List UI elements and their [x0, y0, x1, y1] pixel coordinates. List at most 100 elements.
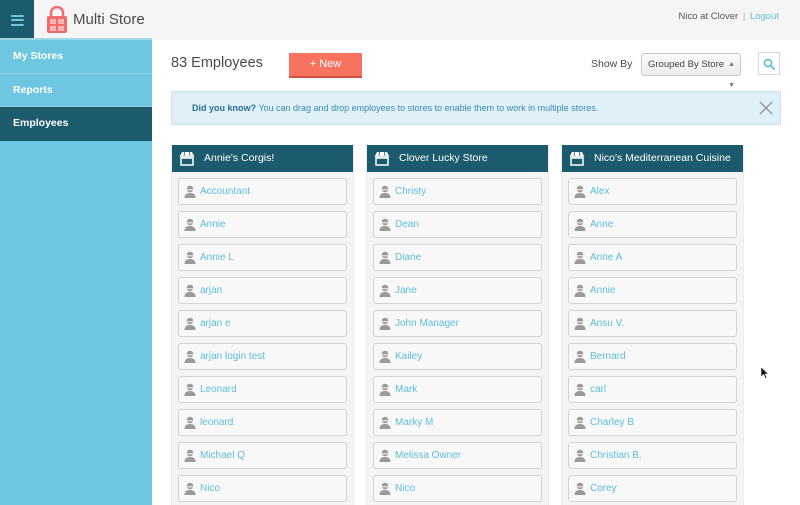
person-icon — [184, 284, 196, 297]
employee-card[interactable]: Annie — [178, 211, 347, 238]
employee-card[interactable]: Nico — [178, 475, 347, 502]
show-by-label: Show By — [591, 58, 633, 70]
employee-card[interactable]: carl — [568, 376, 737, 403]
employee-card[interactable]: Christian B. — [568, 442, 737, 469]
employee-name: Nico — [200, 483, 221, 494]
person-icon — [574, 416, 586, 429]
employee-card[interactable]: Melissa Owner — [373, 442, 542, 469]
employee-name: Corey — [590, 483, 617, 494]
storefront-icon — [569, 151, 585, 166]
new-employee-button[interactable]: + New — [289, 53, 362, 78]
employee-name: arjan login test — [200, 351, 266, 362]
store-header[interactable]: Annie's Corgis! — [172, 145, 353, 172]
employee-name: Accountant — [200, 186, 251, 197]
employee-card[interactable]: Anne — [568, 211, 737, 238]
hamburger-icon — [10, 14, 24, 26]
employee-card[interactable]: John Manager — [373, 310, 542, 337]
person-icon — [574, 449, 586, 462]
employee-name: Anne A — [590, 252, 623, 263]
employee-card[interactable]: Kailey — [373, 343, 542, 370]
tip-text: You can drag and drop employees to store… — [256, 103, 599, 113]
employee-name: Nico — [395, 483, 416, 494]
tip-banner: Did you know? You can drag and drop empl… — [171, 91, 781, 125]
store-header[interactable]: Clover Lucky Store — [367, 145, 548, 172]
employee-card[interactable]: arjan e — [178, 310, 347, 337]
employee-card[interactable]: arjan — [178, 277, 347, 304]
store-bag-icon — [47, 6, 67, 33]
employee-card[interactable]: Annie L — [178, 244, 347, 271]
employee-name: Mark — [395, 384, 418, 395]
sidebar: My Stores Reports Employees — [0, 40, 152, 505]
employee-name: Melissa Owner — [395, 450, 462, 461]
employee-card[interactable]: Christy — [373, 178, 542, 205]
employee-card[interactable]: Accountant — [178, 178, 347, 205]
store-column: Clover Lucky Store Christy Dean Diane Jane Jo… — [366, 145, 549, 505]
person-icon — [379, 317, 391, 330]
employee-name: Christy — [395, 186, 427, 197]
person-icon — [184, 416, 196, 429]
employee-name: Charley B — [590, 417, 634, 428]
close-icon[interactable] — [759, 101, 773, 115]
employee-card[interactable]: Charley B — [568, 409, 737, 436]
person-icon — [574, 482, 586, 495]
storefront-icon — [374, 151, 390, 166]
select-arrows-icon: ▲ ▼ — [728, 61, 735, 89]
employee-card[interactable]: leonard — [178, 409, 347, 436]
employee-name: Marky M — [395, 417, 434, 428]
employee-name: Dean — [395, 219, 419, 230]
search-button[interactable] — [758, 52, 780, 75]
person-icon — [184, 185, 196, 198]
employee-card[interactable]: Nico — [373, 475, 542, 502]
store-header[interactable]: Nico's Mediterranean Cuisine — [562, 145, 743, 172]
employee-card[interactable]: Bernard — [568, 343, 737, 370]
employee-card[interactable]: Michael Q — [178, 442, 347, 469]
person-icon — [574, 218, 586, 231]
employee-name: Annie L — [200, 252, 234, 263]
employee-card[interactable]: Ansu V. — [568, 310, 737, 337]
employee-card[interactable]: arjan login test — [178, 343, 347, 370]
show-by-select[interactable]: Grouped By Store ▲ ▼ — [641, 53, 741, 89]
person-icon — [184, 317, 196, 330]
app-title: Multi Store — [73, 11, 145, 28]
person-icon — [379, 251, 391, 264]
sidebar-item-reports[interactable]: Reports — [0, 74, 152, 107]
employee-card[interactable]: Annie — [568, 277, 737, 304]
employee-name: Jane — [395, 285, 417, 296]
person-icon — [574, 383, 586, 396]
store-name: Annie's Corgis! — [204, 152, 275, 164]
employee-card[interactable]: Anne A — [568, 244, 737, 271]
top-bar: Multi Store Nico at Clover | Logout — [0, 0, 800, 40]
user-info: Nico at Clover | Logout — [679, 11, 779, 22]
employee-card[interactable]: Marky M — [373, 409, 542, 436]
person-icon — [379, 284, 391, 297]
logout-link[interactable]: Logout — [750, 11, 779, 22]
user-name: Nico at Clover — [678, 11, 739, 22]
sidebar-item-my-stores[interactable]: My Stores — [0, 40, 152, 74]
employee-name: Diane — [395, 252, 422, 263]
employee-name: John Manager — [395, 318, 459, 329]
employee-name: leonard — [200, 417, 234, 428]
person-icon — [379, 350, 391, 363]
person-icon — [574, 350, 586, 363]
employee-card[interactable]: Mark — [373, 376, 542, 403]
store-column: Nico's Mediterranean Cuisine Alex Anne Anne… — [561, 145, 744, 505]
employee-card[interactable]: Jane — [373, 277, 542, 304]
person-icon — [184, 218, 196, 231]
person-icon — [184, 350, 196, 363]
person-icon — [184, 449, 196, 462]
search-icon — [763, 58, 775, 70]
person-icon — [574, 251, 586, 264]
person-icon — [379, 416, 391, 429]
employee-name: arjan e — [200, 318, 231, 329]
employee-card[interactable]: Dean — [373, 211, 542, 238]
employee-card[interactable]: Diane — [373, 244, 542, 271]
person-icon — [184, 251, 196, 264]
employee-card[interactable]: Leonard — [178, 376, 347, 403]
person-icon — [379, 185, 391, 198]
main-content: 83 Employees + New Show By Grouped By St… — [152, 40, 800, 505]
menu-button[interactable] — [0, 0, 34, 40]
employee-card[interactable]: Corey — [568, 475, 737, 502]
sidebar-item-employees[interactable]: Employees — [0, 107, 152, 141]
person-icon — [574, 317, 586, 330]
employee-card[interactable]: Alex — [568, 178, 737, 205]
